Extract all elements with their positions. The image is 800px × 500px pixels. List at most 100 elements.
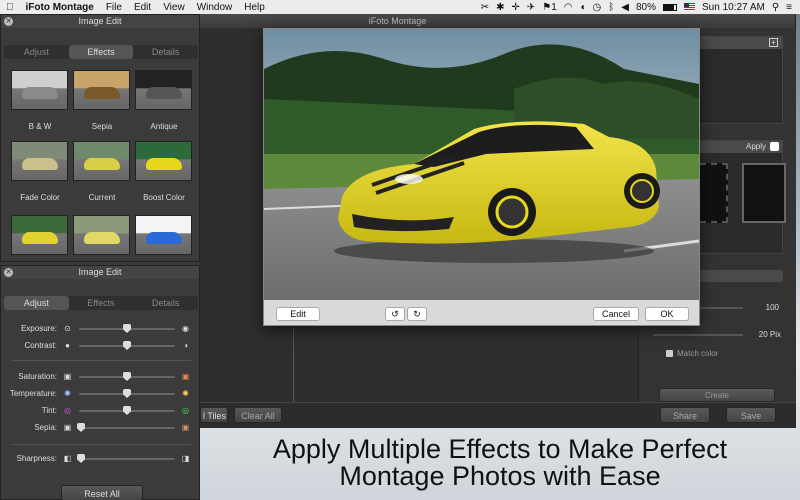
tab-details[interactable]: Details (133, 296, 198, 310)
slider-row-sepia: Sepia: ▣ ▣ (1, 421, 201, 435)
wifi-icon[interactable]: ◠ (564, 2, 573, 13)
car-thumbnail-icon (84, 232, 120, 244)
menu-edit[interactable]: Edit (128, 2, 157, 13)
car-photo (264, 29, 699, 300)
airplane-icon[interactable]: ✈ (527, 2, 535, 13)
tab-effects[interactable]: Effects (69, 296, 134, 310)
effect-thumbnail[interactable] (135, 70, 192, 110)
sepia-slider[interactable] (77, 423, 175, 432)
adjust-panel: ✕ Image Edit Adjust Effects Details Expo… (0, 265, 200, 500)
sharpness-low-icon: ◧ (63, 454, 72, 463)
exposure-low-icon: ⊙ (64, 324, 71, 333)
time-machine-icon[interactable]: ◷ (593, 2, 602, 13)
slider-thumb[interactable] (123, 406, 131, 415)
slider-track[interactable] (653, 334, 743, 336)
create-button[interactable]: Create (659, 388, 775, 402)
contrast-high-icon: ◑ (183, 341, 188, 350)
slider-label: Sepia: (34, 423, 57, 432)
exposure-slider[interactable] (79, 324, 175, 333)
effect-thumbnail[interactable] (73, 215, 130, 255)
effect-label: Sepia (91, 122, 113, 131)
saturation-high-icon: ▣ (181, 372, 190, 381)
clear-all-button[interactable]: Clear All (234, 407, 282, 423)
menu-bar:  iFoto Montage File Edit View Window He… (0, 0, 800, 14)
close-icon[interactable]: ✕ (4, 268, 13, 277)
menu-view[interactable]: View (157, 2, 191, 13)
menu-window[interactable]: Window (191, 2, 239, 13)
reset-all-button[interactable]: Reset All (61, 485, 143, 500)
ok-button[interactable]: OK (645, 307, 689, 321)
clock[interactable]: Sun 10:27 AM (702, 2, 765, 13)
effect-thumbnail[interactable] (135, 141, 192, 181)
slider-thumb[interactable] (77, 454, 85, 463)
flag-icon[interactable] (684, 3, 695, 11)
volume-speaker-icon[interactable]: ◀ (621, 2, 629, 13)
battery-percent[interactable]: 80% (636, 2, 656, 13)
slider-label: Exposure: (20, 324, 57, 333)
effect-thumbnail[interactable] (135, 215, 192, 255)
slider-thumb[interactable] (123, 389, 131, 398)
tab-details[interactable]: Details (133, 45, 198, 59)
tint-slider[interactable] (79, 406, 175, 415)
close-icon[interactable]: ✕ (4, 17, 13, 26)
saturation-slider[interactable] (79, 372, 175, 381)
effect-thumbnail[interactable] (73, 141, 130, 181)
tab-adjust[interactable]: Adjust (4, 296, 69, 310)
bluetooth-icon[interactable]: ᛒ (608, 2, 614, 13)
expand-icon[interactable]: + (769, 38, 778, 47)
car-thumbnail-icon (146, 87, 182, 99)
apply-checkbox[interactable] (770, 142, 779, 151)
sharpness-slider[interactable] (77, 454, 175, 463)
slider-thumb[interactable] (123, 341, 131, 350)
effects-panel-titlebar: ✕ Image Edit (1, 15, 199, 28)
crosshair-icon[interactable]: ✛ (511, 2, 519, 13)
effect-thumbnail[interactable] (11, 215, 68, 255)
slider-row-contrast: Contrast: ● ◑ (1, 339, 201, 353)
scissors-icon[interactable]: ✂ (481, 2, 489, 13)
menu-help[interactable]: Help (238, 2, 271, 13)
cancel-button[interactable]: Cancel (593, 307, 639, 321)
slider-row-sharpness: Sharpness: ◧ ◨ (1, 452, 201, 466)
menu-file[interactable]: File (100, 2, 128, 13)
battery-icon[interactable] (663, 3, 677, 11)
car-thumbnail-icon (146, 158, 182, 170)
tiles-button[interactable]: l Tiles (200, 407, 228, 423)
app-menu[interactable]: iFoto Montage (20, 2, 100, 13)
notification-icon[interactable]: ⚑1 (542, 2, 557, 13)
tint-green-icon: ◎ (182, 406, 189, 415)
temperature-slider[interactable] (79, 389, 175, 398)
share-button[interactable]: Share (660, 407, 710, 423)
frame-thumb[interactable] (742, 163, 786, 223)
volume-icon[interactable]: ◖ (580, 2, 586, 13)
list-icon[interactable]: ≡ (786, 2, 792, 13)
rotate-right-icon[interactable]: ↻ (407, 307, 427, 321)
slider-label: Saturation: (18, 372, 57, 381)
slider-thumb[interactable] (77, 423, 85, 432)
effect-thumbnail[interactable] (11, 141, 68, 181)
spotlight-icon[interactable]: ⚲ (772, 2, 779, 13)
effect-label: B & W (28, 122, 52, 131)
save-button[interactable]: Save (726, 407, 776, 423)
effects-panel: ✕ Image Edit Adjust Effects Details B & … (0, 14, 200, 262)
adjust-panel-tabs: Adjust Effects Details (4, 296, 198, 310)
bottom-toolbar: l Tiles Clear All Share Save (200, 402, 796, 428)
apply-label: Apply (745, 142, 766, 151)
slider-row-exposure: Exposure: ⊙ ◉ (1, 322, 201, 336)
slider-thumb[interactable] (123, 324, 131, 333)
effect-thumbnail[interactable] (11, 70, 68, 110)
edit-button[interactable]: Edit (276, 307, 320, 321)
match-color-checkbox[interactable] (666, 350, 673, 357)
slider-label: Tint: (41, 406, 57, 415)
tab-effects[interactable]: Effects (68, 45, 134, 59)
sun-cool-icon: ✺ (64, 389, 71, 398)
effect-thumbnail[interactable] (73, 70, 130, 110)
contrast-slider[interactable] (79, 341, 175, 350)
car-thumbnail-icon (146, 232, 182, 244)
divider (11, 360, 191, 361)
marketing-caption: Apply Multiple Effects to Make Perfect M… (200, 436, 800, 490)
apple-icon[interactable]:  (0, 2, 20, 13)
tab-adjust[interactable]: Adjust (4, 45, 69, 59)
pinwheel-icon[interactable]: ✱ (496, 2, 504, 13)
slider-thumb[interactable] (123, 372, 131, 381)
rotate-left-icon[interactable]: ↺ (385, 307, 405, 321)
